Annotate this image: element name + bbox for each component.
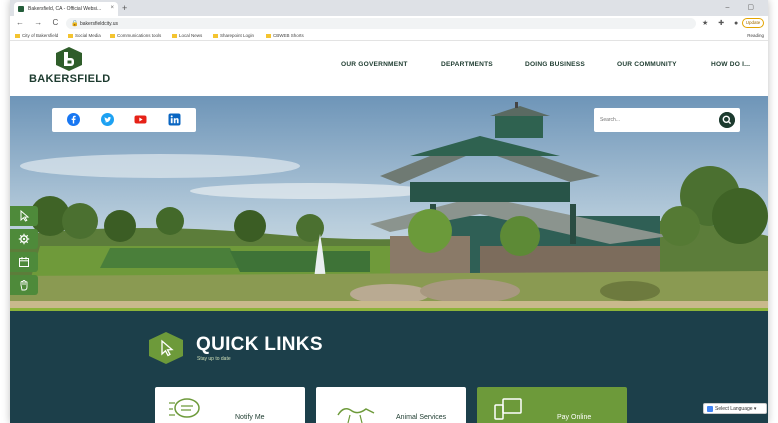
hand-icon [20, 280, 28, 291]
url-text: bakersfieldcity.us [80, 21, 118, 27]
quick-link-label: Animal Services [396, 414, 447, 421]
quick-link-card[interactable]: Pay Online [477, 387, 627, 423]
search-icon[interactable] [719, 112, 735, 128]
pointer-icon [20, 210, 30, 222]
nav-departments[interactable]: DEPARTMENTS [441, 61, 493, 68]
nav-our-government[interactable]: OUR GOVERNMENT [341, 61, 408, 68]
language-selector[interactable]: Select Language ▾ [703, 403, 767, 414]
calendar-icon [19, 257, 29, 267]
quick-link-label: Notify Me [235, 414, 265, 421]
hero-banner [10, 96, 768, 308]
folder-icon [68, 34, 73, 38]
favicon-icon [18, 6, 24, 12]
nav-our-community[interactable]: OUR COMMUNITY [617, 61, 677, 68]
bookmark-item[interactable]: Local News [172, 33, 202, 38]
folder-icon [172, 34, 177, 38]
quick-links-section: QUICK LINKS Stay up to date Notify Me An… [10, 308, 768, 423]
side-tool-calendar[interactable] [10, 252, 38, 272]
chat-bubble-icon [169, 398, 200, 418]
quick-links-title: QUICK LINKS [196, 334, 323, 355]
youtube-icon[interactable] [134, 113, 147, 126]
bookmark-item[interactable]: CBWEB Shorts [266, 33, 304, 38]
browser-window: Bakersfield, CA - Official Websi... × + … [10, 0, 768, 423]
bookmarks-bar: City of Bakersfield Social Media Communi… [10, 31, 768, 41]
quick-link-card[interactable]: Notify Me [155, 387, 305, 423]
new-tab-button[interactable]: + [122, 3, 127, 13]
gear-icon [18, 233, 30, 245]
lock-icon: 🔒 [71, 21, 79, 27]
bookmark-item[interactable]: City of Bakersfield [15, 33, 58, 38]
nav-doing-business[interactable]: DOING BUSINESS [525, 61, 585, 68]
quick-link-card[interactable]: Animal Services [316, 387, 466, 423]
site-header: BAKERSFIELD OUR GOVERNMENT DEPARTMENTS D… [10, 41, 768, 96]
toolbar: ← → C ⌂ 🔒 bakersfieldcity.us ★ ✚ ● Updat… [10, 16, 768, 31]
animal-icon [337, 408, 375, 423]
update-button[interactable]: Update [742, 18, 764, 28]
reading-list-button[interactable]: Reading [747, 33, 764, 38]
tab-strip: Bakersfield, CA - Official Websi... × + … [10, 0, 768, 16]
folder-icon [266, 34, 271, 38]
address-bar[interactable]: 🔒 bakersfieldcity.us [66, 18, 696, 29]
folder-icon [213, 34, 218, 38]
bakersfield-logo-icon[interactable] [55, 47, 83, 71]
folder-icon [15, 34, 20, 38]
side-toolbar [10, 206, 38, 298]
site-search [594, 108, 740, 132]
section-divider [10, 308, 768, 311]
browser-tab[interactable]: Bakersfield, CA - Official Websi... × [14, 2, 118, 16]
side-tool-hand[interactable] [10, 275, 38, 295]
side-tool-settings[interactable] [10, 229, 38, 249]
nav-how-do-i[interactable]: HOW DO I... [711, 61, 750, 68]
quick-link-label: Pay Online [557, 414, 592, 421]
social-media-bar [52, 108, 196, 132]
twitter-icon[interactable] [101, 113, 114, 126]
tab-close-icon[interactable]: × [110, 5, 114, 11]
linkedin-icon[interactable] [168, 113, 181, 126]
search-input[interactable] [600, 113, 710, 127]
bookmark-item[interactable]: Communications tools [110, 33, 161, 38]
side-tool-pointer[interactable] [10, 206, 38, 226]
site-logo-text[interactable]: BAKERSFIELD [29, 73, 111, 85]
extension-icons[interactable]: ★ ✚ ● [702, 19, 742, 27]
facebook-icon[interactable] [67, 113, 80, 126]
language-selector-label: Select Language ▾ [715, 406, 757, 412]
quick-links-subtitle: Stay up to date [197, 356, 231, 362]
devices-icon [494, 398, 522, 420]
google-translate-icon [707, 406, 713, 412]
folder-icon [110, 34, 115, 38]
bookmark-item[interactable]: Sharepoint Login [213, 33, 254, 38]
bookmark-item[interactable]: Social Media [68, 33, 101, 38]
cursor-badge-icon [149, 332, 183, 364]
tab-title: Bakersfield, CA - Official Websi... [28, 6, 102, 12]
window-controls[interactable]: – ▢ [726, 3, 762, 11]
